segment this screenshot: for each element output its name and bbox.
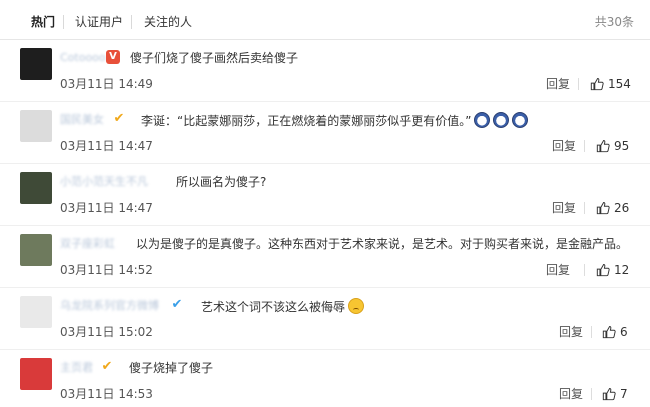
like-button[interactable]: 26 [596,200,629,216]
verified-blue-icon: ✔ [171,297,183,312]
tab-verified-users[interactable]: 认证用户 [75,14,123,30]
comment-item: Cotoooo V 傻子们烧了傻子画然后卖给傻子 03月11日 14:49 回复… [0,40,650,102]
reply-button[interactable]: 回复 [552,138,576,154]
reply-button[interactable]: 回复 [559,386,583,402]
tab-divider [131,15,132,29]
like-count: 12 [614,263,630,277]
comment-text: 艺术这个词不该这么被侮辱 [201,298,365,315]
avatar[interactable] [20,172,52,204]
comment-time: 03月11日 14:47 [60,139,153,153]
like-button[interactable]: 154 [590,76,631,92]
username-blurred[interactable]: 小范小范天生不凡 [60,174,166,190]
thumbs-up-icon [596,264,610,277]
like-button[interactable]: 6 [602,324,628,340]
comment-text: 傻子们烧了傻子画然后卖给傻子 [130,51,299,65]
like-button[interactable]: 7 [602,386,628,402]
comment-tabs: 热门 认证用户 关注的人 共30条 [0,0,650,40]
thumbs-up-icon [596,140,610,153]
verified-gold-icon: ✔ [101,359,113,374]
thumbs-up-icon [590,78,604,91]
comment-time: 03月11日 14:47 [60,201,153,215]
action-divider [584,202,585,214]
verified-gold-icon: ✔ [113,111,125,126]
comment-item: 主页君 ✔ 傻子烧掉了傻子 03月11日 14:53 回复 7 [0,350,650,407]
action-divider [591,388,592,400]
like-count: 95 [614,139,630,153]
username-blurred[interactable]: 主页君 [60,360,96,376]
crying-emoji-icon [348,298,365,314]
tab-divider [63,15,64,29]
like-button[interactable]: 95 [596,138,629,154]
comment-item: 小范小范天生不凡 所以画名为傻子? 03月11日 14:47 回复 26 [0,164,650,226]
rabbit-emoji-icon [493,112,510,128]
vip-badge-icon: V [106,50,120,64]
comment-time: 03月11日 14:52 [60,263,153,277]
like-count: 154 [608,77,631,91]
username-blurred[interactable]: 双子座彩虹 [60,236,120,252]
thumbs-up-icon [602,326,616,339]
like-count: 26 [614,201,630,215]
avatar[interactable] [20,110,52,142]
rabbit-emoji-icon [512,112,529,128]
reply-button[interactable]: 回复 [546,76,570,92]
username-blurred[interactable]: Cotoooo [60,50,106,66]
rabbit-emoji-icon [474,112,491,128]
comment-item: 乌龙院系列官方微博 ✔ 艺术这个词不该这么被侮辱 03月11日 15:02 回复… [0,288,650,350]
like-count: 6 [620,325,628,339]
action-divider [584,140,585,152]
like-count: 7 [620,387,628,401]
avatar[interactable] [20,296,52,328]
comment-text: 以为是傻子的是真傻子。这种东西对于艺术家来说，是艺术。对于购买者来说，是金融产品… [136,237,629,251]
thumbs-up-icon [602,388,616,401]
comment-time: 03月11日 14:53 [60,387,153,401]
avatar[interactable] [20,358,52,390]
comment-time: 03月11日 14:49 [60,77,153,91]
avatar[interactable] [20,48,52,80]
comment-total-count: 共30条 [594,15,634,29]
action-divider [578,78,579,90]
thumbs-up-icon [596,202,610,215]
comment-text: 所以画名为傻子? [176,175,267,189]
tab-hot[interactable]: 热门 [31,14,55,30]
action-divider [584,264,585,276]
like-button[interactable]: 12 [596,262,629,278]
comment-text: 李诞：“比起蒙娜丽莎，正在燃烧着的蒙娜丽莎似乎更有价值。” [141,112,529,129]
tab-following[interactable]: 关注的人 [144,14,192,30]
action-divider [591,326,592,338]
comment-item: 国民美女 ✔ 李诞：“比起蒙娜丽莎，正在燃烧着的蒙娜丽莎似乎更有价值。” 03月… [0,102,650,164]
comment-text: 傻子烧掉了傻子 [129,361,214,375]
comment-time: 03月11日 15:02 [60,325,153,339]
comment-item: 双子座彩虹 以为是傻子的是真傻子。这种东西对于艺术家来说，是艺术。对于购买者来说… [0,226,650,288]
reply-button[interactable]: 回复 [546,262,570,278]
username-blurred[interactable]: 乌龙院系列官方微博 [60,298,166,314]
avatar[interactable] [20,234,52,266]
reply-button[interactable]: 回复 [559,324,583,340]
username-blurred[interactable]: 国民美女 [60,112,108,128]
reply-button[interactable]: 回复 [552,200,576,216]
